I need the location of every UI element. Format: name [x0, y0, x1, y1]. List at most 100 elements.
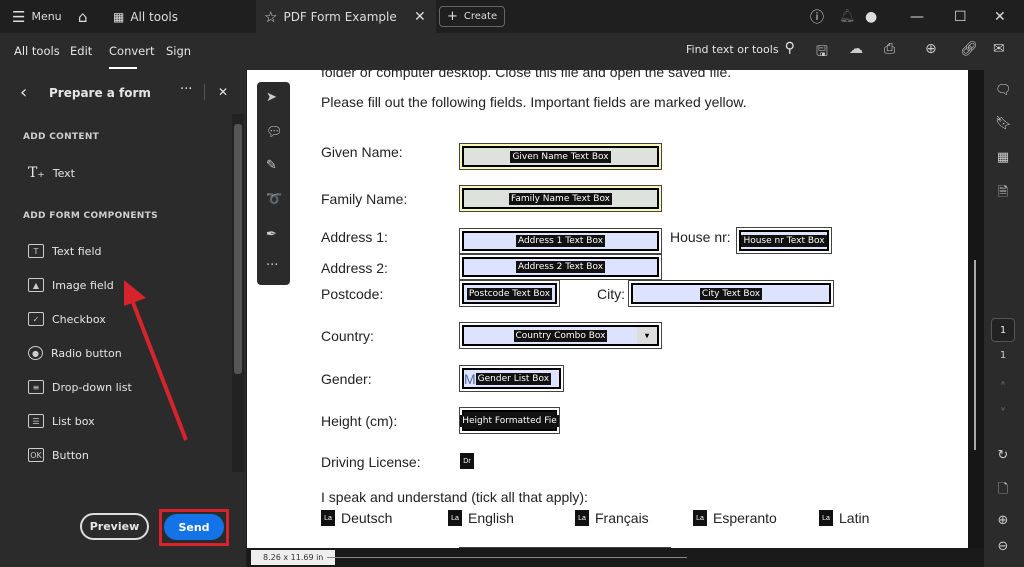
- dropdown-icon: ≡: [28, 380, 44, 394]
- nav-convert[interactable]: Convert: [109, 44, 154, 58]
- language-option-english[interactable]: La English: [448, 510, 514, 526]
- tab-pdf-form-example[interactable]: ☆ PDF Form Example ✕: [256, 0, 436, 33]
- link-icon[interactable]: 🔗︎: [960, 41, 978, 57]
- language-label: Esperanto: [713, 510, 777, 526]
- status-bar: 8.26 x 11.69 in: [247, 548, 984, 567]
- maximize-button[interactable]: ☐: [954, 0, 967, 33]
- save-icon[interactable]: 🖫: [816, 41, 828, 65]
- close-tab-icon[interactable]: ✕: [414, 0, 426, 33]
- title-bar: ☰ Menu ⌂ ▦ All tools ☆ PDF Form Example ✕ +…: [0, 0, 1024, 33]
- share-user-icon[interactable]: ⊕: [925, 41, 937, 57]
- address-1-field[interactable]: Address 1 Text Box: [459, 228, 662, 254]
- close-window-button[interactable]: ✕: [994, 0, 1006, 33]
- label-house-nr: House nr:: [670, 229, 731, 245]
- sign-icon[interactable]: ✒: [266, 227, 277, 242]
- divider: [204, 84, 205, 100]
- text-add-icon: T₊: [28, 165, 45, 181]
- nav-sign[interactable]: Sign: [166, 44, 191, 58]
- minimize-button[interactable]: —: [910, 0, 924, 33]
- current-page-input[interactable]: 1: [991, 318, 1015, 342]
- postcode-field[interactable]: Postcode Text Box: [459, 280, 560, 307]
- upload-cloud-icon[interactable]: ☁: [849, 41, 863, 57]
- dropdown-arrow-icon[interactable]: ▾: [637, 327, 657, 344]
- lasso-icon[interactable]: ➰: [266, 192, 282, 207]
- total-pages: 1: [999, 350, 1007, 361]
- menu-button[interactable]: ☰ Menu: [12, 0, 62, 33]
- city-field[interactable]: City Text Box: [628, 280, 834, 307]
- search-icon: ⚲: [784, 40, 795, 56]
- bookmarks-icon[interactable]: 🔖︎: [995, 116, 1012, 131]
- height-field[interactable]: Height Formatted Fie: [459, 407, 560, 434]
- actual-size-icon[interactable]: 🗋: [995, 480, 1011, 502]
- pen-icon[interactable]: ✎: [266, 158, 277, 173]
- more-tools-icon[interactable]: ···: [266, 258, 278, 273]
- country-combo-box[interactable]: Country Combo Box ▾: [459, 322, 662, 349]
- language-option-deutsch[interactable]: La Deutsch: [321, 510, 392, 526]
- language-checkbox[interactable]: La: [819, 510, 833, 526]
- doc-intro: Please fill out the following fields. Im…: [321, 94, 747, 110]
- zoom-out-icon[interactable]: ⊖: [995, 539, 1011, 554]
- add-comment-icon[interactable]: 💬︎: [266, 125, 283, 140]
- label-city: City:: [597, 286, 625, 302]
- language-label: English: [468, 510, 514, 526]
- close-panel-icon[interactable]: ✕: [218, 85, 228, 99]
- avatar[interactable]: ●: [865, 0, 877, 33]
- label-languages: I speak and understand (tick all that ap…: [321, 489, 588, 505]
- language-option-esperanto[interactable]: La Esperanto: [693, 510, 777, 526]
- thumbnails-icon[interactable]: ▦: [995, 150, 1011, 165]
- gender-list-box[interactable]: M Gender List Box: [459, 365, 564, 392]
- language-checkbox[interactable]: La: [448, 510, 462, 526]
- tool-radio-button[interactable]: ● Radio button: [28, 346, 122, 360]
- tool-text[interactable]: T₊ Text: [28, 165, 75, 181]
- find-text-button[interactable]: Find text or tools ⚲: [686, 40, 795, 56]
- send-button[interactable]: Send: [164, 514, 224, 540]
- all-tools-button[interactable]: ▦ All tools: [113, 0, 178, 33]
- zoom-in-icon[interactable]: ⊕: [995, 513, 1011, 528]
- address-2-field[interactable]: Address 2 Text Box: [459, 254, 662, 280]
- home-icon[interactable]: ⌂: [78, 0, 88, 33]
- previous-page-icon[interactable]: ˄: [995, 381, 1011, 396]
- grid-icon: ▦: [113, 9, 125, 24]
- next-page-icon[interactable]: ˅: [995, 407, 1011, 422]
- label-driving-license: Driving License:: [321, 454, 421, 470]
- label-address-1: Address 1:: [321, 229, 388, 245]
- driving-license-checkbox[interactable]: Dr: [460, 453, 474, 469]
- nav-edit[interactable]: Edit: [70, 44, 92, 58]
- attachments-icon[interactable]: 🗎: [995, 183, 1011, 205]
- language-checkbox[interactable]: La: [575, 510, 589, 526]
- star-icon: ☆: [264, 7, 278, 26]
- tool-image-field[interactable]: ▲ Image field: [28, 278, 114, 292]
- horizontal-scrollbar[interactable]: [327, 557, 687, 558]
- tool-checkbox[interactable]: ✓ Checkbox: [28, 312, 106, 326]
- plus-icon: +: [447, 9, 458, 24]
- preview-button[interactable]: Preview: [80, 513, 149, 540]
- rotate-icon[interactable]: ↻: [995, 448, 1011, 463]
- select-pointer-icon[interactable]: ➤: [266, 90, 277, 105]
- nav-all-tools[interactable]: All tools: [14, 44, 60, 58]
- document-scrollbar[interactable]: [968, 70, 984, 548]
- create-button[interactable]: + Create: [439, 6, 506, 27]
- label-height: Height (cm):: [321, 413, 398, 429]
- more-options-icon[interactable]: ···: [180, 82, 192, 97]
- help-icon[interactable]: ⓘ: [810, 0, 824, 33]
- print-icon[interactable]: ⎙: [884, 41, 895, 57]
- tool-button[interactable]: OK Button: [28, 448, 89, 462]
- panel-scrollbar[interactable]: [232, 114, 244, 472]
- comments-icon[interactable]: 🗨︎: [995, 83, 1012, 98]
- language-checkbox[interactable]: La: [321, 510, 335, 526]
- given-name-field[interactable]: Given Name Text Box: [459, 143, 662, 170]
- back-icon[interactable]: ‹: [20, 82, 27, 103]
- tool-text-field[interactable]: T Text field: [28, 244, 101, 258]
- language-option-français[interactable]: La Français: [575, 510, 649, 526]
- family-name-field[interactable]: Family Name Text Box: [459, 185, 662, 212]
- ok-button-icon: OK: [28, 448, 44, 462]
- tool-list-box[interactable]: ☰ List box: [28, 414, 95, 428]
- gender-prefix: M: [464, 370, 476, 387]
- language-checkbox[interactable]: La: [693, 510, 707, 526]
- house-nr-field[interactable]: House nr Text Box: [736, 227, 832, 254]
- language-option-latin[interactable]: La Latin: [819, 510, 869, 526]
- label-country: Country:: [321, 328, 374, 344]
- email-icon[interactable]: ✉: [993, 41, 1005, 57]
- bell-icon[interactable]: 🔔︎: [839, 0, 856, 33]
- section-add-form-components: ADD FORM COMPONENTS: [23, 211, 158, 221]
